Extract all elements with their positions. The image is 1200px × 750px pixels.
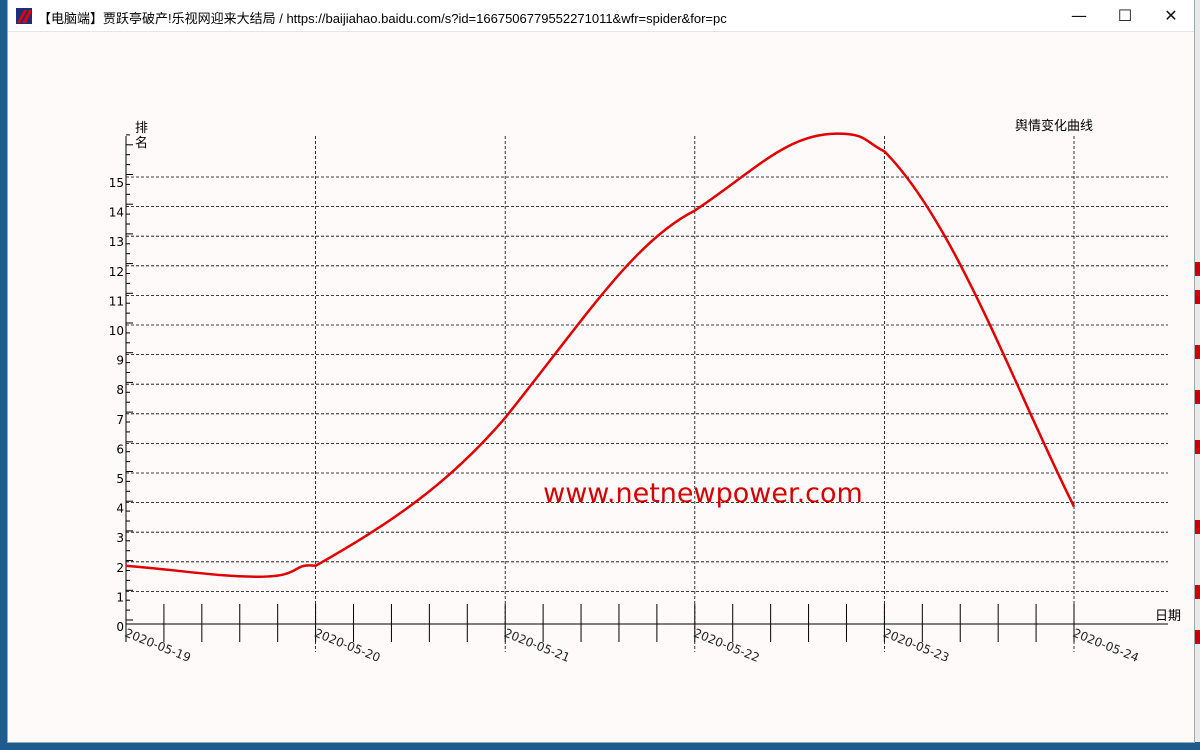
- background-red-mark: [1194, 290, 1200, 304]
- y-tick-label: 9: [116, 354, 124, 368]
- y-tick-label: 2: [116, 561, 124, 575]
- y-tick-label: 15: [109, 176, 124, 190]
- x-tick-label: 2020-05-24: [1071, 626, 1141, 665]
- y-tick-label: 12: [109, 265, 124, 279]
- background-red-mark: [1194, 585, 1200, 599]
- background-red-mark: [1194, 520, 1200, 534]
- y-tick-label: 5: [116, 472, 124, 486]
- x-tick-label: 2020-05-21: [502, 626, 572, 665]
- y-tick-label: 4: [116, 502, 124, 516]
- y-tick-label: 8: [116, 383, 124, 397]
- x-tick-label: 2020-05-19: [123, 626, 193, 665]
- background-red-mark: [1194, 390, 1200, 404]
- y-axis-label-bottom: 名: [135, 135, 148, 151]
- desktop-bottom-edge: [0, 742, 1200, 750]
- app-window: 【电脑端】贾跃亭破产!乐视网迎来大结局 / https://baijiahao.…: [8, 0, 1194, 742]
- background-red-mark: [1194, 262, 1200, 276]
- watermark-text: www.netnewpower.com: [543, 478, 863, 509]
- x-tick-label: 2020-05-23: [881, 626, 951, 665]
- background-red-mark: [1194, 440, 1200, 454]
- background-red-mark: [1194, 630, 1200, 644]
- y-tick-label: 1: [116, 590, 124, 604]
- y-tick-label: 6: [116, 442, 124, 456]
- vertical-gridlines: [315, 136, 1075, 652]
- title-bar[interactable]: 【电脑端】贾跃亭破产!乐视网迎来大结局 / https://baijiahao.…: [8, 0, 1194, 32]
- y-tick-labels: 0123456789101112131415: [109, 176, 124, 634]
- horizontal-gridlines: [126, 176, 1168, 592]
- minimize-button[interactable]: —: [1056, 0, 1102, 31]
- window-title: 【电脑端】贾跃亭破产!乐视网迎来大结局 / https://baijiahao.…: [38, 11, 727, 26]
- x-axis-label: 日期: [1155, 609, 1181, 624]
- y-tick-label: 10: [109, 324, 124, 338]
- y-tick-label: 14: [109, 206, 124, 220]
- y-tick-label: 11: [109, 294, 124, 308]
- y-axis-label-top: 排: [135, 121, 148, 136]
- chart-title: 舆情变化曲线: [1015, 118, 1093, 134]
- sentiment-line-chart: 0123456789101112131415 2020-05-19 2020-05…: [109, 118, 1181, 665]
- x-tick-label: 2020-05-20: [312, 626, 382, 665]
- x-tick-labels: 2020-05-19 2020-05-20 2020-05-21 2020-05-22…: [123, 626, 1141, 665]
- y-tick-label: 13: [109, 235, 124, 249]
- close-button[interactable]: ✕: [1148, 0, 1194, 31]
- app-logo-icon: [16, 8, 32, 24]
- y-tick-label: 3: [116, 531, 124, 545]
- x-axis: [125, 604, 1168, 642]
- x-tick-label: 2020-05-22: [692, 626, 762, 665]
- background-red-mark: [1194, 345, 1200, 359]
- series-line: [125, 132, 1076, 579]
- maximize-button[interactable]: ☐: [1102, 0, 1148, 31]
- desktop-left-edge: [0, 0, 8, 750]
- y-axis: [125, 134, 133, 628]
- y-tick-label: 7: [116, 413, 124, 427]
- y-tick-label: 0: [116, 620, 124, 634]
